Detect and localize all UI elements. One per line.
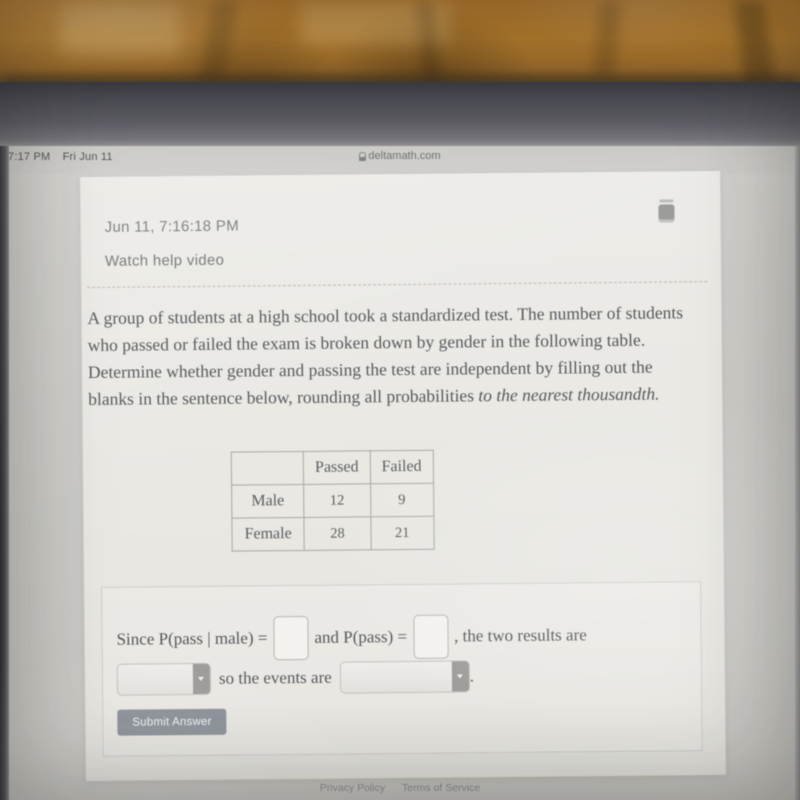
results-comparison-dropdown[interactable]: [116, 662, 212, 696]
table-row-label-female: Female: [231, 517, 305, 552]
table-header-passed: Passed: [303, 450, 371, 485]
fabric-fold: [198, 0, 238, 86]
label-since-p-pass-given-male: Since P(pass | male) =: [116, 628, 268, 649]
question-text: A group of students at a high school too…: [87, 299, 694, 413]
page-background: Jun 11, 7:16:18 PM Watch help video A gr…: [0, 170, 800, 800]
device-bezel: [0, 82, 800, 148]
table-corner-cell: [231, 451, 304, 486]
address-bar-url: deltamath.com: [368, 150, 441, 162]
fabric-highlight: [60, 4, 180, 54]
chevron-down-icon: [192, 663, 211, 695]
device-left-edge: [0, 146, 9, 800]
submit-answer-button[interactable]: Submit Answer: [117, 708, 227, 736]
cell-male-passed: 12: [303, 483, 371, 518]
probability-input-1[interactable]: [273, 615, 309, 661]
label-the-two-results-are: , the two results are: [453, 625, 587, 646]
content-panel: Jun 11, 7:16:18 PM Watch help video A gr…: [80, 170, 726, 782]
assignment-timestamp: Jun 11, 7:16:18 PM: [104, 217, 240, 236]
answer-card: Since P(pass | male) = and P(pass) = , t…: [101, 581, 703, 757]
status-bar: 7:17 PM Fri Jun 11 deltamath.com: [0, 146, 800, 174]
footer-links: Privacy Policy Terms of Service: [0, 782, 800, 794]
divider: [87, 281, 708, 289]
terms-of-service-link[interactable]: Terms of Service: [402, 782, 480, 794]
independence-dropdown[interactable]: [339, 660, 470, 694]
device-right-edge: [795, 146, 800, 800]
table-header-row: Passed Failed: [231, 450, 434, 486]
cell-male-failed: 9: [370, 483, 434, 517]
label-so-the-events-are: so the events are: [218, 667, 332, 688]
watch-help-video-link[interactable]: Watch help video: [105, 252, 224, 270]
label-and-p-pass: and P(pass) =: [314, 626, 408, 647]
probability-input-2[interactable]: [412, 614, 449, 659]
lock-icon: [358, 152, 367, 161]
cell-female-passed: 28: [303, 516, 371, 551]
question-emphasis: to the nearest thousandth.: [478, 383, 660, 406]
chevron-down-icon: [451, 661, 469, 692]
photo-of-tablet-screen: 7:17 PM Fri Jun 11 deltamath.com Jun 11,…: [0, 0, 800, 800]
cell-female-failed: 21: [370, 516, 434, 550]
calculator-icon[interactable]: [658, 204, 675, 223]
address-bar[interactable]: deltamath.com: [0, 150, 800, 162]
data-table-wrapper: Passed Failed Male 12 9 Female 28 21: [231, 450, 435, 552]
contingency-table: Passed Failed Male 12 9 Female 28 21: [231, 450, 435, 552]
table-header-failed: Failed: [369, 450, 434, 484]
table-row-label-male: Male: [231, 484, 304, 519]
table-row: Male 12 9: [231, 483, 434, 519]
privacy-policy-link[interactable]: Privacy Policy: [320, 782, 385, 794]
table-row: Female 28 21: [231, 516, 434, 552]
label-period: .: [469, 666, 475, 686]
answer-sentence-line-2: so the events are .: [116, 660, 475, 696]
tablet-screen: 7:17 PM Fri Jun 11 deltamath.com Jun 11,…: [0, 146, 800, 800]
answer-sentence-line-1: Since P(pass | male) = and P(pass) = , t…: [116, 613, 587, 662]
fabric-fold: [592, 0, 622, 80]
